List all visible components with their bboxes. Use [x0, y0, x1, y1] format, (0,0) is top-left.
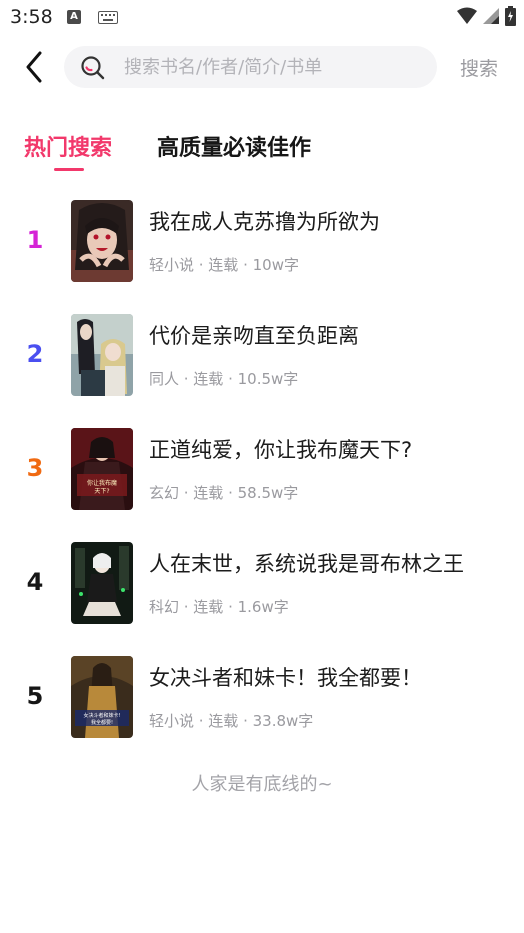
- search-input[interactable]: [124, 46, 424, 88]
- svg-text:天下?: 天下?: [94, 488, 109, 495]
- book-meta: 科幻 · 连载 · 1.6w字: [149, 598, 289, 616]
- tab-hot-search[interactable]: 热门搜索: [24, 130, 112, 162]
- search-button[interactable]: 搜索: [460, 54, 498, 81]
- rank-number: 2: [26, 340, 44, 368]
- rank-number: 4: [26, 568, 44, 596]
- book-meta: 玄幻 · 连载 · 58.5w字: [149, 484, 299, 502]
- active-tab-indicator: [54, 168, 84, 171]
- svg-text:我全都要!: 我全都要!: [91, 719, 113, 726]
- book-cover-image: [71, 542, 133, 624]
- rank-number: 5: [26, 682, 44, 710]
- book-cover-image: 女决斗者和妹卡! 我全都要!: [71, 656, 133, 738]
- book-title: 正道纯爱，你让我布魔天下?: [149, 438, 413, 462]
- book-title: 人在末世，系统说我是哥布林之王: [149, 552, 464, 576]
- book-list-item[interactable]: 2 代价是亲吻直至负距离 同人 · 连载 · 10.5w字: [0, 314, 524, 398]
- battery-icon: [505, 6, 516, 26]
- book-title: 代价是亲吻直至负距离: [149, 324, 359, 348]
- signal-icon: [483, 8, 499, 24]
- book-title: 我在成人克苏撸为所欲为: [149, 210, 380, 234]
- rank-number: 1: [26, 226, 44, 254]
- chevron-left-icon: [26, 51, 42, 83]
- back-button[interactable]: [18, 48, 50, 86]
- svg-text:女决斗者和妹卡!: 女决斗者和妹卡!: [83, 712, 120, 719]
- book-title: 女决斗者和妹卡！我全都要！: [149, 666, 422, 690]
- search-bar[interactable]: [64, 46, 437, 88]
- book-list-item[interactable]: 3 你让我布魔 天下? 正道纯爱，你让我布魔天下? 玄幻 · 连载 · 58.5…: [0, 428, 524, 512]
- keyboard-icon: [98, 11, 118, 24]
- end-of-list-text: 人家是有底线的~: [191, 774, 333, 795]
- status-time: 3:58: [10, 6, 53, 28]
- book-meta: 轻小说 · 连载 · 10w字: [149, 256, 299, 274]
- book-list-item[interactable]: 4 人在末世，系统说我是哥布林之王 科幻 · 连载 · 1.6w字: [0, 542, 524, 626]
- wifi-icon: [457, 7, 477, 24]
- book-cover-image: [71, 314, 133, 396]
- book-cover-image: [71, 200, 133, 282]
- book-list-item[interactable]: 1 我在成人克苏撸为所欲为 轻小说 · 连载 · 10w字: [0, 200, 524, 284]
- status-bar: 3:58 A: [0, 0, 524, 34]
- tab-quality-reads[interactable]: 高质量必读佳作: [157, 130, 311, 162]
- book-meta: 轻小说 · 连载 · 33.8w字: [149, 712, 314, 730]
- a-notification-icon: A: [67, 10, 81, 24]
- book-cover-image: 你让我布魔 天下?: [71, 428, 133, 510]
- book-list-item[interactable]: 5 女决斗者和妹卡! 我全都要! 女决斗者和妹卡！我全都要！ 轻小说 · 连载 …: [0, 656, 524, 740]
- svg-text:你让我布魔: 你让我布魔: [87, 479, 117, 487]
- book-meta: 同人 · 连载 · 10.5w字: [149, 370, 299, 388]
- rank-number: 3: [26, 454, 44, 482]
- search-icon: [81, 56, 105, 80]
